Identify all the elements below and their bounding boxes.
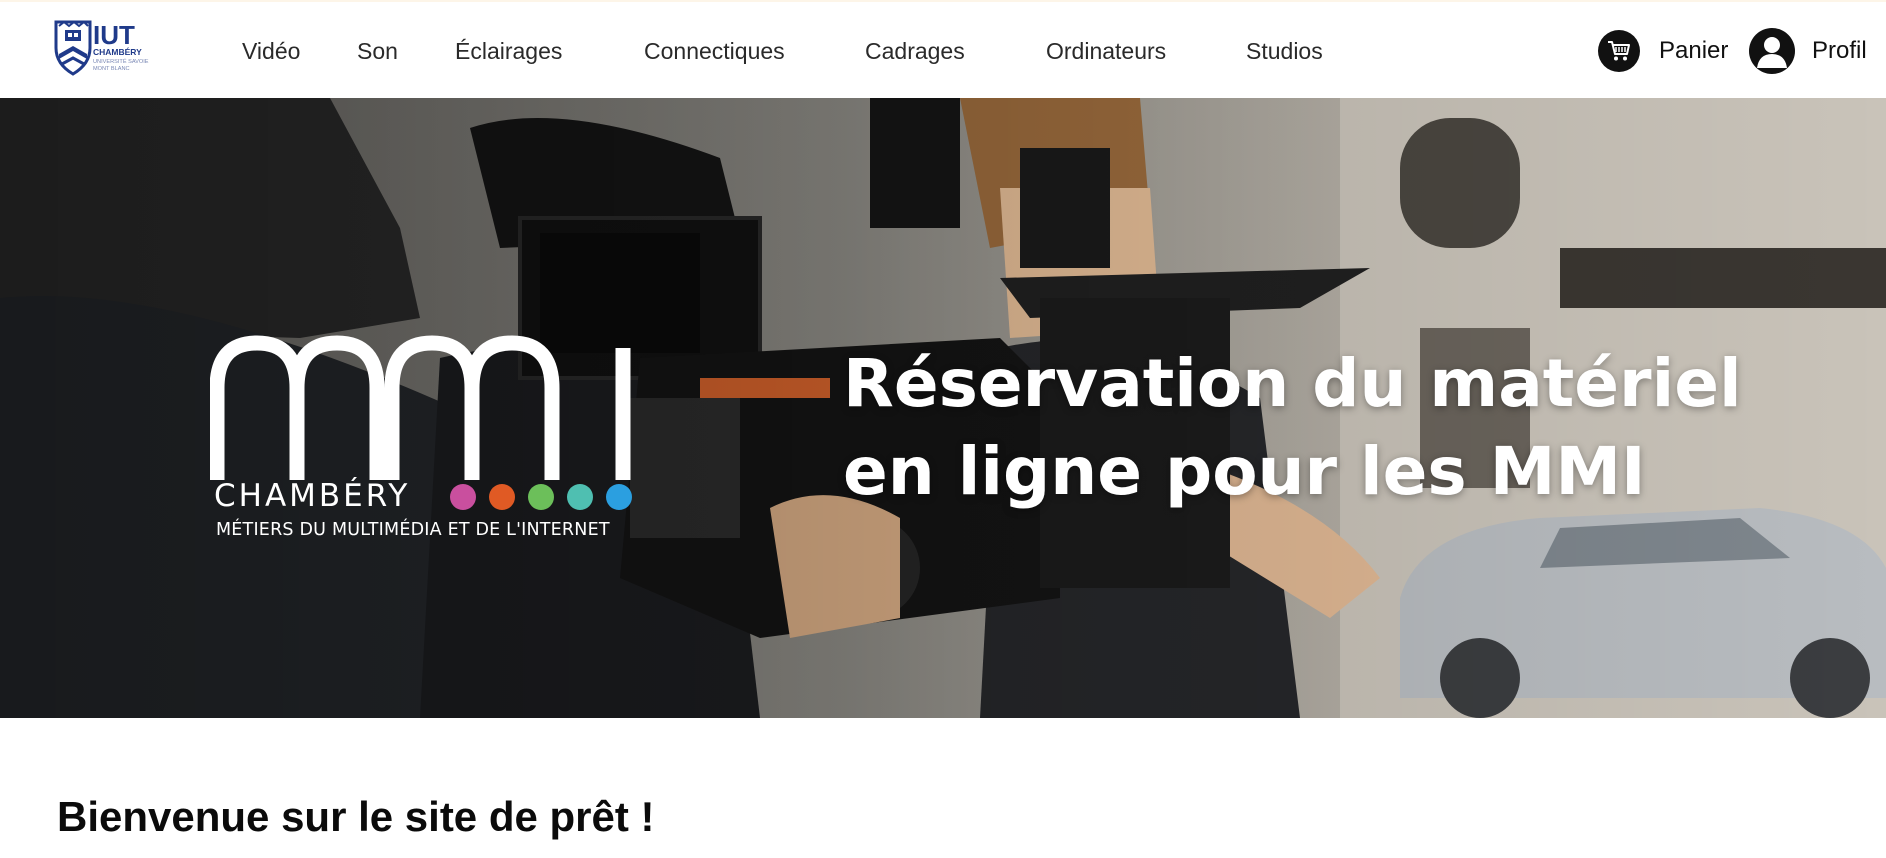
mmi-logo-city: CHAMBÉRY	[214, 478, 411, 514]
iut-shield-logo-icon: IUT CHAMBÉRY UNIVERSITÉ SAVOIE MONT BLAN…	[54, 20, 149, 76]
cart-button[interactable]: Panier	[1598, 30, 1728, 72]
site-header: IUT CHAMBÉRY UNIVERSITÉ SAVOIE MONT BLAN…	[0, 2, 1886, 98]
profile-button[interactable]: Profil	[1749, 28, 1867, 74]
nav-item-connectiques[interactable]: Connectiques	[644, 37, 785, 65]
nav-item-son[interactable]: Son	[357, 37, 398, 65]
logo-text-city: CHAMBÉRY	[93, 47, 142, 57]
logo-text-univ-2: MONT BLANC	[93, 66, 130, 72]
mmi-dot-3	[528, 484, 554, 510]
mmi-dot-5	[606, 484, 632, 510]
mmi-logo-dots	[450, 484, 632, 510]
hero-title: Réservation du matériel en ligne pour le…	[843, 340, 1843, 516]
profile-label: Profil	[1812, 37, 1867, 64]
hero-title-line-2: en ligne pour les MMI	[843, 433, 1646, 510]
welcome-heading: Bienvenue sur le site de prêt !	[57, 793, 655, 840]
nav-item-eclairages[interactable]: Éclairages	[455, 37, 562, 65]
hero-title-line-1: Réservation du matériel	[843, 345, 1742, 422]
mmi-dot-2	[489, 484, 515, 510]
logo-text-main: IUT	[93, 20, 135, 50]
mmi-logo-subtitle: MÉTIERS DU MULTIMÉDIA ET DE L'INTERNET	[216, 520, 610, 540]
user-icon	[1749, 28, 1795, 74]
cart-icon	[1598, 30, 1640, 72]
mmi-dot-4	[567, 484, 593, 510]
logo-text-univ-1: UNIVERSITÉ SAVOIE	[93, 58, 149, 65]
nav-item-studios[interactable]: Studios	[1246, 37, 1323, 65]
nav-item-ordinateurs[interactable]: Ordinateurs	[1046, 37, 1166, 65]
iut-logo[interactable]: IUT CHAMBÉRY UNIVERSITÉ SAVOIE MONT BLAN…	[54, 18, 174, 78]
nav-item-cadrages[interactable]: Cadrages	[865, 37, 965, 65]
cart-label: Panier	[1659, 37, 1729, 64]
hero-banner: CHAMBÉRY MÉTIERS DU MULTIMÉDIA ET DE L'I…	[0, 98, 1886, 718]
mmi-dot-1	[450, 484, 476, 510]
nav-item-video[interactable]: Vidéo	[242, 37, 300, 65]
